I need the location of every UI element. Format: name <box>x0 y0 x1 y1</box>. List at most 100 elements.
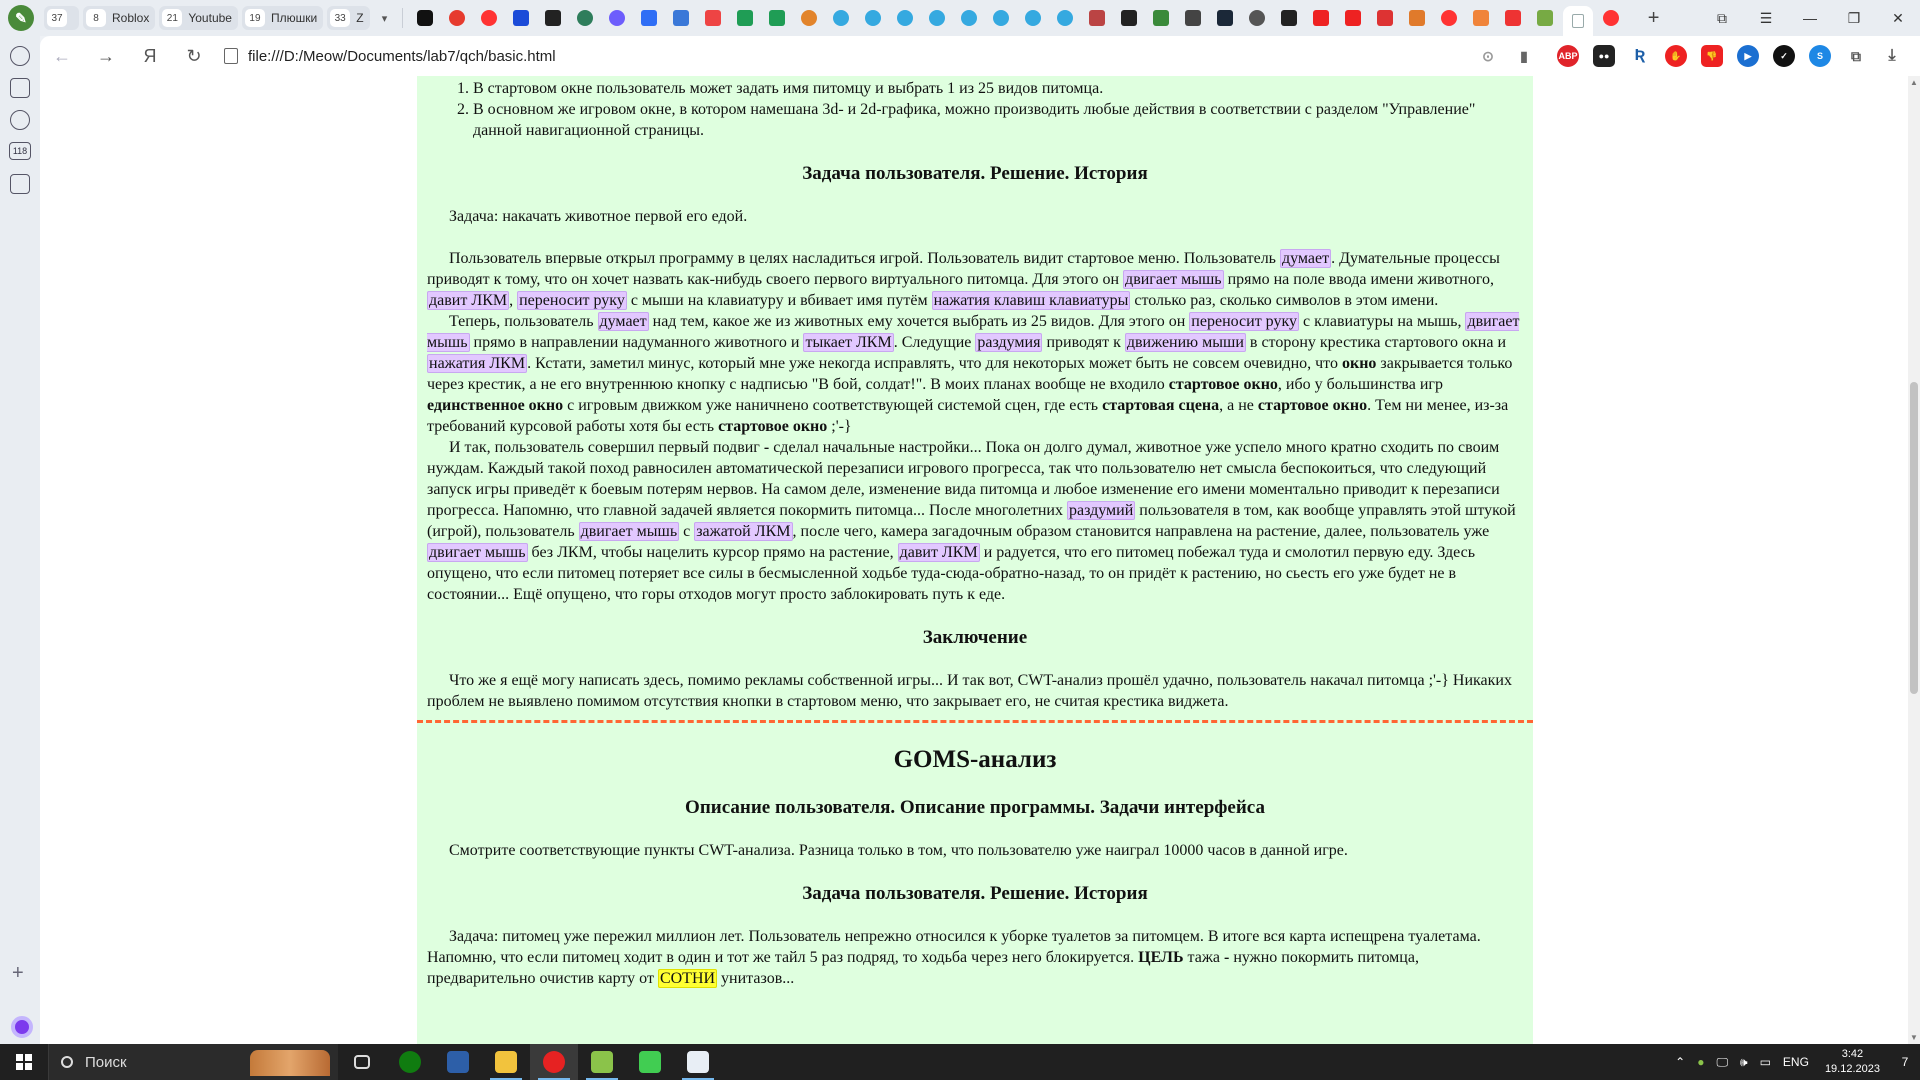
extension-icon[interactable]: S <box>1809 45 1831 67</box>
pinned-tab-icon[interactable] <box>640 10 657 26</box>
tray-chevron-up-icon[interactable]: ⌃ <box>1675 1055 1685 1069</box>
tab-manager-icon[interactable]: ⧉ <box>1700 10 1744 27</box>
pinned-tab-icon[interactable] <box>1376 10 1393 26</box>
taskbar-search[interactable]: Поиск <box>48 1044 338 1080</box>
tab-groups-chevron-down-icon[interactable]: ▾ <box>374 6 396 30</box>
play-icon[interactable] <box>10 110 30 130</box>
pinned-tab-icon[interactable] <box>1472 10 1489 26</box>
tab-group-youtube[interactable]: 21 Youtube <box>159 6 238 30</box>
pinned-tab-icon[interactable] <box>608 10 625 26</box>
pinned-tab-icon[interactable] <box>1344 10 1361 26</box>
pinned-tab-icon[interactable] <box>768 10 785 26</box>
pinned-tab-icon[interactable] <box>1280 10 1297 26</box>
pinned-tab-icon[interactable] <box>1248 10 1265 26</box>
bold-term: стартовая сцена <box>1102 397 1220 414</box>
pinned-tab-icon[interactable] <box>1440 10 1457 26</box>
pinned-tab-icon[interactable] <box>480 10 497 26</box>
pinned-tab-icon[interactable] <box>416 10 433 26</box>
qt-creator-icon[interactable] <box>626 1044 674 1080</box>
pinned-tab-icon[interactable] <box>512 10 529 26</box>
scroll-up-icon[interactable]: ▲ <box>1910 78 1918 87</box>
pinned-tab-icon[interactable] <box>1312 10 1329 26</box>
pinned-tab-icon[interactable] <box>1088 10 1105 26</box>
pinned-tab-icon[interactable] <box>1536 10 1553 26</box>
back-arrow-icon[interactable]: ← <box>40 36 84 76</box>
xbox-icon[interactable] <box>386 1044 434 1080</box>
yandex-browser-icon[interactable] <box>530 1044 578 1080</box>
pinned-tab-icon[interactable] <box>960 10 977 26</box>
pinned-tab-icon[interactable] <box>928 10 945 26</box>
translate-icon[interactable]: ⊙ <box>1477 45 1499 67</box>
history-icon[interactable] <box>10 46 30 66</box>
tab-group-roblox[interactable]: 8 Roblox <box>83 6 156 30</box>
adblock-icon[interactable]: ABP <box>1557 45 1579 67</box>
scrollbar-thumb[interactable] <box>1910 382 1918 694</box>
pinned-tab-icon[interactable] <box>736 10 753 26</box>
task-view-icon[interactable] <box>338 1044 386 1080</box>
pinned-tab-icon[interactable] <box>1216 10 1233 26</box>
screenshot-icon[interactable] <box>10 174 30 194</box>
active-tab[interactable] <box>1562 6 1593 36</box>
new-tab-button[interactable]: + <box>1641 5 1667 31</box>
app-window-icon[interactable] <box>674 1044 722 1080</box>
url-field[interactable]: file:///D:/Meow/Documents/lab7/qch/basic… <box>248 48 556 65</box>
page-viewport[interactable]: В стартовом окне пользователь может зада… <box>40 76 1908 1044</box>
pinned-tab-icon[interactable] <box>576 10 593 26</box>
file-explorer-icon[interactable] <box>482 1044 530 1080</box>
forward-arrow-icon[interactable]: → <box>84 36 128 76</box>
device-icon[interactable]: ▭ <box>1760 1055 1771 1069</box>
pinned-tab-icon[interactable] <box>832 10 849 26</box>
pinned-tab-icon[interactable] <box>800 10 817 26</box>
extension-icon[interactable]: ✓ <box>1773 45 1795 67</box>
pinned-tab-icon[interactable] <box>864 10 881 26</box>
pinned-tab-icon[interactable] <box>1024 10 1041 26</box>
tab-group-z[interactable]: 33 Z <box>327 6 370 30</box>
language-indicator[interactable]: ENG <box>1783 1055 1809 1069</box>
pinned-tab-icon[interactable] <box>704 10 721 26</box>
close-icon[interactable]: ✕ <box>1876 10 1920 27</box>
pinned-tab-icon[interactable] <box>672 10 689 26</box>
pinned-tab-icon[interactable] <box>1056 10 1073 26</box>
pinned-tab-icon[interactable] <box>1152 10 1169 26</box>
extensions-icon[interactable]: ⧉ <box>1845 45 1867 67</box>
sidebar-badge[interactable]: 118 <box>9 142 31 160</box>
pinned-tab-icon[interactable] <box>896 10 913 26</box>
yandex-icon[interactable]: Я <box>128 36 172 76</box>
menu-icon[interactable]: ☰ <box>1744 10 1788 27</box>
alice-assistant-icon[interactable] <box>11 1016 33 1038</box>
pinned-tab-icon[interactable] <box>1120 10 1137 26</box>
pinned-tab-icon[interactable] <box>1184 10 1201 26</box>
minimize-icon[interactable]: — <box>1788 10 1832 26</box>
task-paragraph: Задача: питомец уже пережил миллион лет.… <box>427 926 1523 989</box>
scroll-down-icon[interactable]: ▼ <box>1910 1033 1918 1042</box>
pinned-tab-icon[interactable] <box>1504 10 1521 26</box>
powershell-icon[interactable] <box>434 1044 482 1080</box>
extension-icon[interactable]: Ʀ <box>1629 45 1651 67</box>
reload-icon[interactable]: ↻ <box>172 36 216 76</box>
extension-icon[interactable]: ✋ <box>1665 45 1687 67</box>
pinned-tab-icon[interactable] <box>448 10 465 26</box>
restore-icon[interactable]: ❐ <box>1832 10 1876 27</box>
extension-icon[interactable]: ▶ <box>1737 45 1759 67</box>
tab-group-1[interactable]: 37 <box>44 6 79 30</box>
tab-group-plushki[interactable]: 19 Плюшки <box>241 6 324 30</box>
notepad-plus-icon[interactable] <box>578 1044 626 1080</box>
pinned-tab-icon[interactable] <box>1408 10 1425 26</box>
tray-app-icon[interactable]: ● <box>1697 1055 1704 1069</box>
start-button[interactable] <box>0 1044 48 1080</box>
volume-icon[interactable]: 🕪 <box>1740 1055 1748 1070</box>
pinned-tab-icon[interactable] <box>992 10 1009 26</box>
add-panel-icon[interactable]: + <box>12 962 24 985</box>
collections-icon[interactable] <box>10 78 30 98</box>
download-icon[interactable]: ⤓ <box>1881 45 1903 67</box>
network-icon[interactable]: 🖵 <box>1716 1055 1728 1070</box>
extension-icon[interactable]: ●● <box>1593 45 1615 67</box>
notifications-button[interactable]: 7 <box>1890 1044 1920 1080</box>
browser-profile-icon[interactable]: ✎ <box>8 5 34 31</box>
pinned-tab-icon[interactable] <box>544 10 561 26</box>
bookmark-icon[interactable]: ▮ <box>1513 45 1535 67</box>
extension-icon[interactable]: 👎 <box>1701 45 1723 67</box>
pinned-tab-icon[interactable] <box>1602 10 1619 26</box>
page-scrollbar[interactable]: ▲ ▼ <box>1908 76 1920 1044</box>
clock[interactable]: 3:42 19.12.2023 <box>1825 1047 1880 1077</box>
